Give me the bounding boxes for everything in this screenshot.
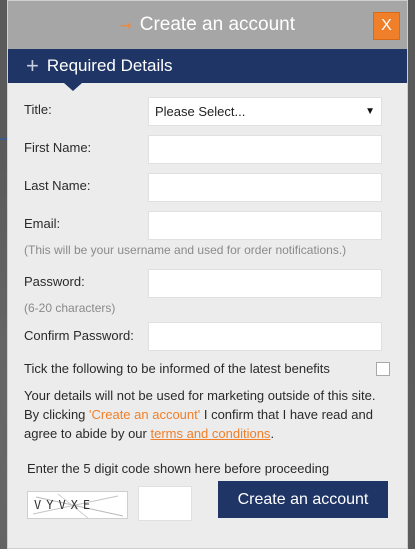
email-field[interactable]	[148, 211, 382, 240]
account-form: Title: Please Select... ▼ First Name: La…	[8, 83, 407, 525]
close-button[interactable]: X	[373, 12, 400, 40]
confirm-password-row: Confirm Password:	[24, 319, 391, 359]
terms-link[interactable]: terms and conditions	[150, 426, 270, 441]
modal-title: Create an account	[139, 14, 295, 35]
pointer-arrow	[64, 83, 82, 91]
captcha-image: VYVXE	[27, 491, 128, 519]
captcha-row: VYVXE Create an account	[24, 481, 391, 525]
last-name-row: Last Name:	[24, 173, 391, 211]
email-row: Email:	[24, 211, 391, 243]
title-select-value: Please Select...	[155, 104, 246, 119]
caret-down-icon: ▼	[365, 106, 375, 117]
benefits-checkbox[interactable]	[376, 362, 390, 376]
password-row: Password:	[24, 269, 391, 301]
first-name-label: First Name:	[24, 140, 92, 155]
title-label: Title:	[24, 102, 52, 117]
plus-icon: +	[26, 53, 39, 78]
benefits-text: Tick the following to be informed of the…	[24, 361, 330, 376]
required-details-bar: + Required Details	[8, 49, 407, 91]
title-select[interactable]: Please Select... ▼	[148, 97, 382, 126]
create-account-modal: ➞ Create an account X + Required Details…	[7, 0, 408, 549]
arrow-right-icon: ➞	[120, 17, 132, 33]
password-field[interactable]	[148, 269, 382, 298]
section-title: Required Details	[46, 56, 173, 75]
first-name-row: First Name:	[24, 135, 391, 173]
email-hint: (This will be your username and used for…	[24, 243, 347, 257]
confirm-password-label: Confirm Password:	[24, 328, 134, 343]
modal-header: ➞ Create an account X	[8, 1, 407, 49]
marketing-quote: 'Create an account'	[89, 407, 201, 422]
captcha-input[interactable]	[138, 486, 192, 521]
last-name-label: Last Name:	[24, 178, 91, 193]
first-name-field[interactable]	[148, 135, 382, 164]
marketing-text-3: .	[270, 426, 275, 441]
password-label: Password:	[24, 274, 85, 289]
title-row: Title: Please Select... ▼	[24, 97, 391, 135]
benefits-opt-in: Tick the following to be informed of the…	[24, 361, 391, 381]
password-hint: (6-20 characters)	[24, 301, 116, 315]
captcha-code: VYVXE	[34, 498, 96, 512]
captcha-instruction: Enter the 5 digit code shown here before…	[27, 461, 330, 476]
marketing-notice: Your details will not be used for market…	[24, 386, 391, 443]
confirm-password-field[interactable]	[148, 322, 382, 351]
email-label: Email:	[24, 216, 61, 231]
last-name-field[interactable]	[148, 173, 382, 202]
create-account-button[interactable]: Create an account	[218, 481, 388, 518]
